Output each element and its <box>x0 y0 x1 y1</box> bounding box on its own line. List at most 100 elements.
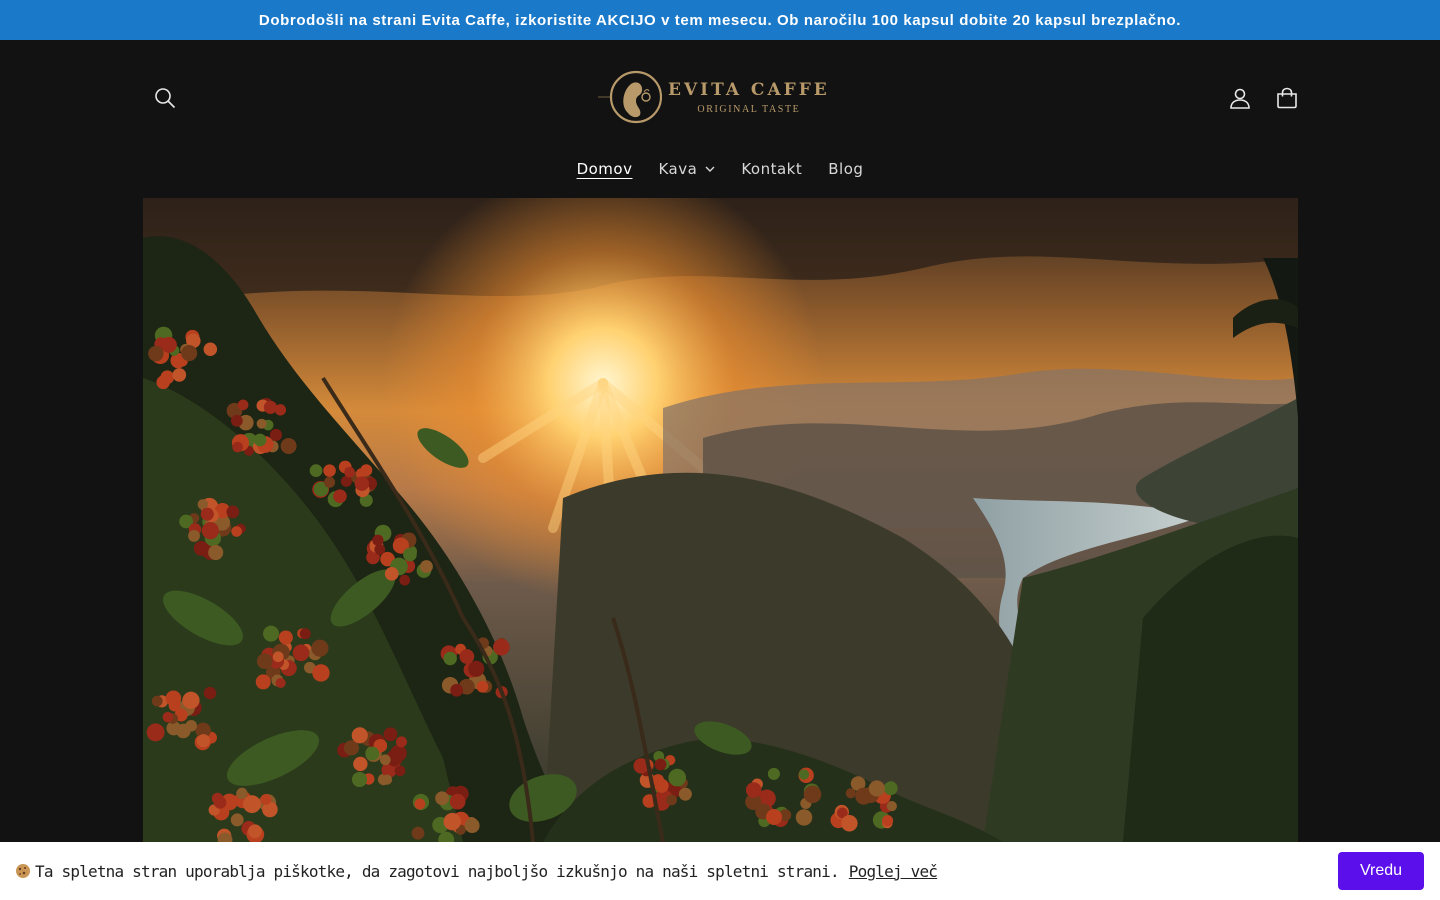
coffee-cherry <box>767 767 780 780</box>
coffee-cherry <box>459 649 475 664</box>
cart-icon <box>1277 87 1297 109</box>
coffee-cherry <box>208 544 224 561</box>
search-icon <box>155 88 176 109</box>
coffee-cherry <box>360 464 373 477</box>
logo-emblem <box>598 70 662 124</box>
coffee-cherry <box>745 782 762 798</box>
hero-banner <box>143 198 1298 842</box>
coffee-cherry <box>883 781 898 796</box>
coffee-cherry <box>372 534 384 546</box>
coffee-cherry <box>255 674 271 690</box>
coffee-cherry <box>172 368 187 382</box>
coffee-cherry <box>353 756 368 772</box>
nav-item-domov[interactable]: Domov <box>577 160 633 178</box>
coffee-cherry <box>411 826 425 840</box>
coffee-cherry <box>845 788 856 799</box>
coffee-cherry <box>256 418 267 429</box>
coffee-cherry <box>323 464 336 477</box>
coffee-cherry <box>344 466 355 478</box>
coffee-cherry <box>886 801 897 812</box>
chevron-down-icon <box>705 166 715 172</box>
coffee-cherry <box>263 400 278 414</box>
nav-item-kontakt[interactable]: Kontakt <box>741 160 802 178</box>
coffee-cherry <box>200 507 214 521</box>
coffee-cherry <box>230 414 243 427</box>
coffee-cherry <box>803 785 822 804</box>
cookie-banner: Ta spletna stran uporablja piškotke, da … <box>0 842 1440 900</box>
coffee-cherry <box>766 809 782 826</box>
coffee-cherry <box>275 677 286 688</box>
coffee-cherry <box>230 813 244 827</box>
coffee-cherry <box>226 505 240 519</box>
coffee-cherry <box>253 433 267 447</box>
coffee-cherry <box>443 651 457 666</box>
coffee-cherry <box>182 691 200 709</box>
coffee-cherry <box>237 399 249 411</box>
site-header: EVITA CAFFE ORIGINAL TASTE Domov Kava Ko… <box>0 40 1440 198</box>
coffee-cherry <box>390 744 407 762</box>
site-logo[interactable]: EVITA CAFFE ORIGINAL TASTE <box>598 68 842 126</box>
coffee-cherry <box>146 723 165 742</box>
logo-name: EVITA CAFFE <box>668 79 830 100</box>
coffee-cherry <box>196 734 211 748</box>
coffee-cherry <box>365 746 380 761</box>
coffee-cherry <box>201 522 219 540</box>
coffee-cherry <box>165 690 182 706</box>
coffee-cherry <box>269 428 283 442</box>
cookie-learn-more-link[interactable]: Poglej več <box>849 862 938 881</box>
coffee-cherry <box>351 727 368 744</box>
coffee-cherry <box>278 630 293 645</box>
coffee-cherry <box>403 547 417 562</box>
coffee-cherry <box>162 711 174 723</box>
coffee-cherry <box>381 774 393 785</box>
coffee-cherry <box>312 664 330 682</box>
coffee-cherry <box>236 787 248 800</box>
coffee-cherry <box>464 818 480 834</box>
coffee-cherry <box>668 768 687 787</box>
logo-tagline: ORIGINAL TASTE <box>697 103 801 115</box>
coffee-cherry <box>188 529 200 542</box>
coffee-cherry <box>193 540 209 556</box>
cart-button[interactable] <box>1267 78 1307 118</box>
coffee-cherry <box>148 345 164 362</box>
coffee-cherry <box>666 794 677 806</box>
coffee-cherry <box>798 769 810 780</box>
coffee-cherry <box>181 345 198 362</box>
coffee-cherry <box>414 798 426 810</box>
coffee-cherry <box>203 686 217 700</box>
coffee-cherry <box>151 695 163 707</box>
nav-item-blog[interactable]: Blog <box>828 160 863 178</box>
cookie-accept-button[interactable]: Vredu <box>1338 852 1424 890</box>
coffee-cherry <box>449 793 466 810</box>
coffee-cherry <box>654 758 667 771</box>
coffee-cherry <box>384 567 399 581</box>
nav-item-kava[interactable]: Kava <box>658 160 715 178</box>
coffee-cherry <box>468 660 485 677</box>
coffee-cherry <box>324 476 336 488</box>
coffee-cherry <box>160 336 177 353</box>
coffee-cherry <box>374 543 386 555</box>
coffee-cherry <box>399 574 411 586</box>
coffee-cherry <box>841 815 858 832</box>
coffee-cherry <box>256 653 273 670</box>
account-button[interactable] <box>1220 78 1260 118</box>
coffee-cherry <box>243 795 261 814</box>
coffee-cherry <box>476 680 489 693</box>
announcement-text: Dobrodošli na strani Evita Caffe, izkori… <box>258 11 1182 29</box>
coffee-cherry <box>272 651 284 663</box>
announcement-bar: Dobrodošli na strani Evita Caffe, izkori… <box>0 0 1440 40</box>
coffee-cherry <box>443 812 461 831</box>
coffee-cherry <box>299 628 311 640</box>
coffee-cherry <box>309 464 323 477</box>
coffee-cherry <box>678 787 692 801</box>
coffee-cherry <box>260 794 272 805</box>
main-nav: Domov Kava Kontakt Blog <box>0 154 1440 184</box>
search-button[interactable] <box>145 78 185 118</box>
coffee-cherry <box>354 476 370 491</box>
coffee-cherry <box>185 719 197 732</box>
coffee-cherry <box>881 815 894 827</box>
coffee-cherry <box>311 639 329 657</box>
cookie-icon <box>16 864 30 878</box>
coffee-cherry <box>868 780 885 797</box>
coffee-cherry <box>292 644 310 662</box>
